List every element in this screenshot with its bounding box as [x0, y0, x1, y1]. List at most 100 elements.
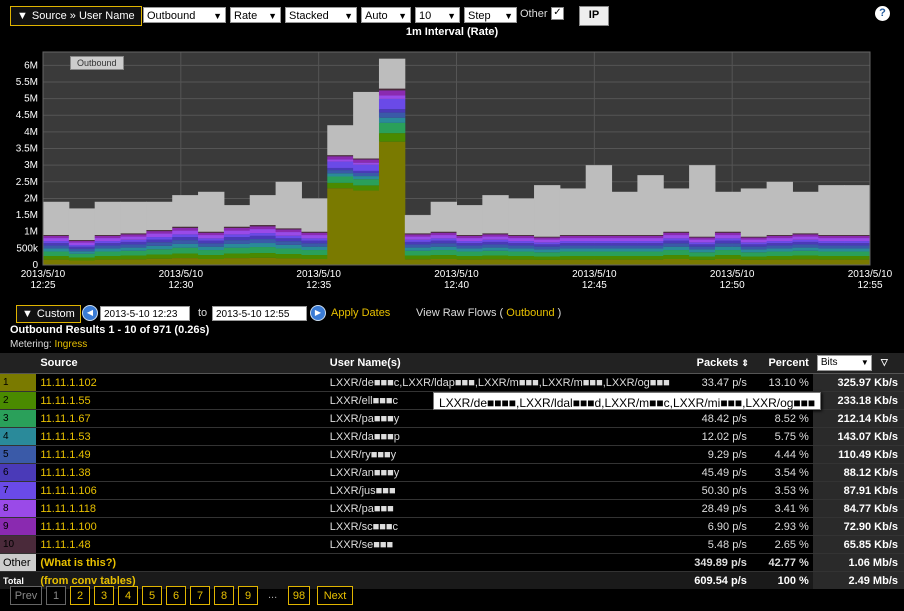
interval-select[interactable]: Auto ▼ — [361, 7, 411, 23]
series-8-segment — [430, 235, 457, 239]
table-row[interactable]: 3 11.11.1.67 LXXR/pa■■■y 48.42 p/s 8.52 % 212… — [0, 409, 904, 428]
series-1-segment — [68, 260, 96, 265]
line-mode-select[interactable]: Step ▼ — [464, 7, 517, 23]
user-names-cell[interactable]: LXXR/ry■■■y — [329, 445, 670, 464]
page-button-5[interactable]: 5 — [142, 586, 162, 605]
page-button-3[interactable]: 3 — [94, 586, 114, 605]
page-button-8[interactable]: 8 — [214, 586, 234, 605]
table-row[interactable]: 1 11.11.1.102 LXXR/de■■■c,LXXR/ldap■■■,LXX… — [0, 373, 904, 392]
row-color-index: 5 — [0, 445, 37, 464]
source-ip-link[interactable]: 11.11.1.49 — [36, 445, 330, 464]
units-select[interactable]: Bits ▼ — [816, 355, 872, 371]
table-row[interactable]: 4 11.11.1.53 LXXR/da■■■p 12.02 p/s 5.75 % 143… — [0, 427, 904, 446]
source-ip-link[interactable]: 11.11.1.48 — [36, 535, 330, 554]
what-is-this-link[interactable]: (What is this?) — [36, 553, 330, 572]
from-date-input[interactable]: 2013-5-10 12:23 — [100, 306, 190, 321]
user-names-cell[interactable]: LXXR/sc■■■c — [329, 517, 670, 536]
user-names-cell[interactable]: LXXR/pa■■■y — [329, 409, 670, 428]
menu-triangle-icon[interactable]: ▽ — [881, 357, 888, 367]
page-button-9[interactable]: 9 — [238, 586, 258, 605]
series-1-segment — [146, 258, 173, 265]
next-range-icon[interactable]: ▶ — [310, 305, 326, 321]
source-ip-link[interactable]: 11.11.1.100 — [36, 517, 330, 536]
user-names-cell[interactable]: LXXR/jus■■■ — [329, 481, 670, 500]
other-checkbox[interactable]: ✓ — [551, 7, 564, 20]
user-names-cell[interactable]: LXXR/pa■■■ — [329, 499, 670, 518]
source-ip-link[interactable]: 11.11.1.102 — [36, 373, 330, 392]
series-8-segment — [766, 238, 793, 242]
previous-range-icon[interactable]: ◀ — [82, 305, 98, 321]
page-button-4[interactable]: 4 — [118, 586, 138, 605]
table-row[interactable]: 8 11.11.1.118 LXXR/pa■■■ 28.49 p/s 3.41 % 84.… — [0, 499, 904, 518]
series-2-segment — [482, 255, 509, 260]
series-4-segment — [327, 173, 354, 177]
series-8-segment — [94, 238, 122, 242]
user-name-column-header[interactable]: User Name(s) — [329, 353, 670, 374]
source-ip-link[interactable]: 11.11.1.106 — [36, 481, 330, 500]
series-10-segment — [714, 231, 742, 233]
page-button-2[interactable]: 2 — [70, 586, 90, 605]
direction-select[interactable]: Outbound ▼ — [143, 7, 226, 23]
source-user-name-button[interactable]: ▼ Source » User Name — [10, 6, 142, 26]
percent-column-header[interactable]: Percent — [750, 353, 813, 374]
table-row[interactable]: 7 11.11.1.106 LXXR/jus■■■ 50.30 p/s 3.53 % 87… — [0, 481, 904, 500]
series-other-segment — [301, 198, 328, 232]
bits-cell: 84.77 Kb/s — [812, 499, 904, 518]
custom-range-button[interactable]: ▼ Custom — [16, 305, 81, 323]
series-1-segment — [663, 259, 690, 265]
series-1-segment — [508, 259, 535, 265]
source-ip-link[interactable]: 11.11.1.67 — [36, 409, 330, 428]
table-row[interactable]: 6 11.11.1.38 LXXR/an■■■y 45.49 p/s 3.54 % 88.… — [0, 463, 904, 482]
bits-column-header[interactable]: Bits ▼ ▽ — [812, 353, 904, 374]
chevron-down-icon: ▼ — [344, 11, 353, 21]
page-button-last[interactable]: 98 — [288, 586, 310, 605]
help-icon[interactable]: ? — [875, 6, 890, 21]
source-ip-link[interactable]: 11.11.1.38 — [36, 463, 330, 482]
series-3-segment — [249, 247, 277, 254]
prev-page-button[interactable]: Prev — [10, 586, 42, 605]
to-date-input[interactable]: 2013-5-10 12:55 — [212, 306, 307, 321]
series-7-segment — [663, 238, 690, 241]
page-button-6[interactable]: 6 — [166, 586, 186, 605]
user-names-cell[interactable]: LXXR/se■■■ — [329, 535, 670, 554]
series-10-segment — [534, 236, 561, 238]
series-9-segment — [663, 232, 690, 236]
table-row[interactable]: 10 11.11.1.48 LXXR/se■■■ 5.48 p/s 2.65 % 65.8… — [0, 535, 904, 554]
series-other-segment — [714, 191, 742, 232]
page-button-7[interactable]: 7 — [190, 586, 210, 605]
metering-ingress-link[interactable]: Ingress — [54, 339, 87, 350]
user-names-cell[interactable]: LXXR/da■■■p — [329, 427, 670, 446]
page-button-1[interactable]: 1 — [46, 586, 66, 605]
series-1-segment — [559, 259, 587, 265]
source-column-header[interactable]: Source — [36, 353, 330, 374]
series-8-segment — [275, 232, 302, 236]
series-1-segment — [482, 259, 509, 265]
packets-column-header[interactable]: Packets ⇕ — [669, 353, 751, 374]
table-row[interactable]: 9 11.11.1.100 LXXR/sc■■■c 6.90 p/s 2.93 % 72.… — [0, 517, 904, 536]
packets-cell: 33.47 p/s — [669, 373, 751, 392]
triangle-down-icon: ▼ — [17, 10, 28, 22]
source-ip-link[interactable]: 11.11.1.55 — [36, 391, 330, 410]
y-tick-label: 1M — [24, 227, 38, 238]
series-5-segment — [172, 240, 199, 244]
view-raw-outbound-link[interactable]: Outbound — [506, 307, 554, 319]
user-names-cell[interactable]: LXXR/an■■■y — [329, 463, 670, 482]
series-other-segment — [637, 175, 664, 236]
table-row[interactable]: 5 11.11.1.49 LXXR/ry■■■y 9.29 p/s 4.44 % 110.… — [0, 445, 904, 464]
series-10-segment — [353, 158, 380, 160]
series-7-segment — [249, 233, 277, 236]
source-ip-link[interactable]: 11.11.1.53 — [36, 427, 330, 446]
series-8-segment — [327, 159, 354, 162]
count-select[interactable]: 10 ▼ — [415, 7, 460, 23]
graph-style-select[interactable]: Stacked ▼ — [285, 7, 357, 23]
ip-button[interactable]: IP — [579, 6, 609, 26]
series-10-segment — [844, 235, 871, 236]
apply-dates-link[interactable]: Apply Dates — [331, 307, 390, 319]
series-7-segment — [844, 241, 871, 244]
series-9-segment — [120, 234, 147, 237]
user-names-cell[interactable]: LXXR/de■■■c,LXXR/ldap■■■,LXXR/m■■■,LXXR/… — [329, 373, 670, 392]
percent-cell: 2.93 % — [750, 517, 813, 536]
source-ip-link[interactable]: 11.11.1.118 — [36, 499, 330, 518]
rate-select[interactable]: Rate ▼ — [230, 7, 281, 23]
next-page-button[interactable]: Next — [317, 586, 353, 605]
